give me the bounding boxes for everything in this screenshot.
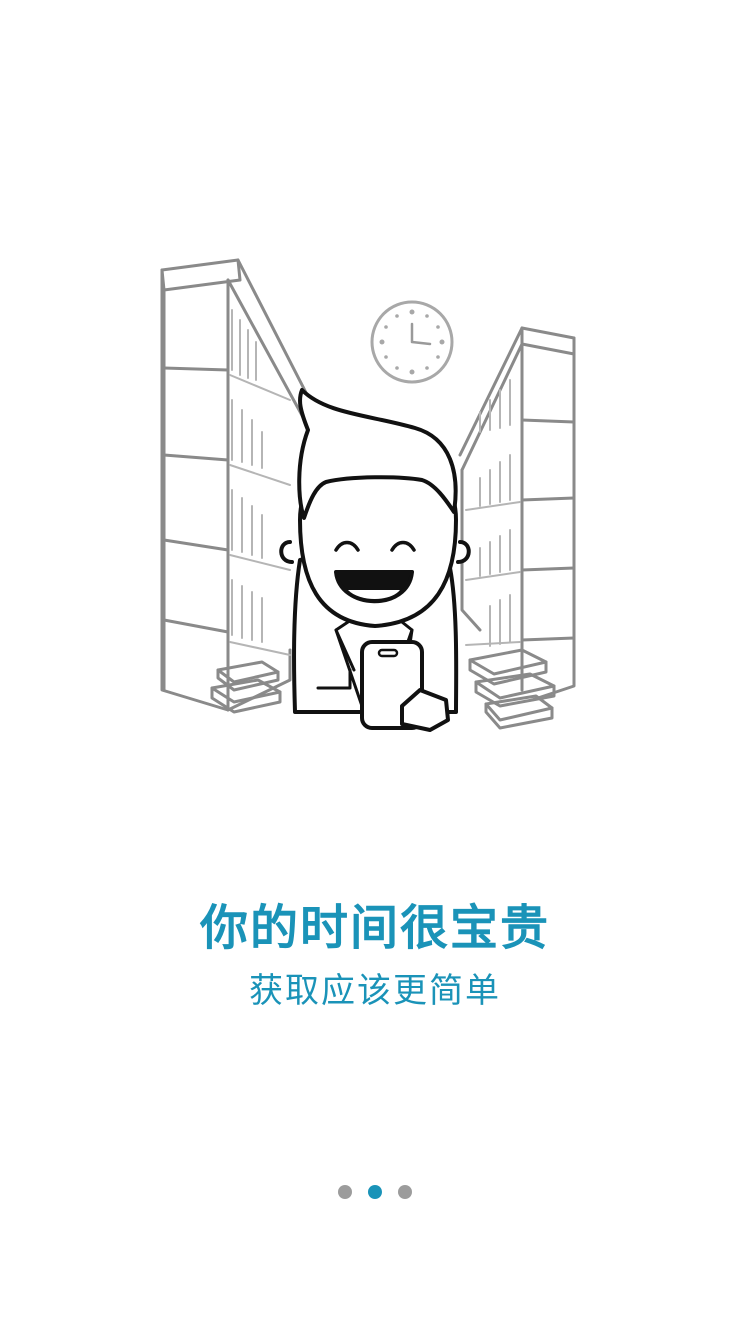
page-indicator [0, 1184, 750, 1200]
right-bookshelf [458, 326, 576, 702]
left-book-stack [210, 660, 282, 714]
clock-icon [370, 300, 454, 384]
onboarding-title: 你的时间很宝贵 [199, 900, 550, 956]
character [279, 388, 471, 732]
right-book-stack [468, 648, 556, 730]
page-dot-1[interactable] [338, 1185, 352, 1199]
onboarding-illustration [150, 250, 590, 740]
page-dot-3[interactable] [398, 1185, 412, 1199]
onboarding-subtitle: 获取应该更简单 [249, 971, 501, 1011]
page-dot-2-active[interactable] [368, 1185, 382, 1199]
